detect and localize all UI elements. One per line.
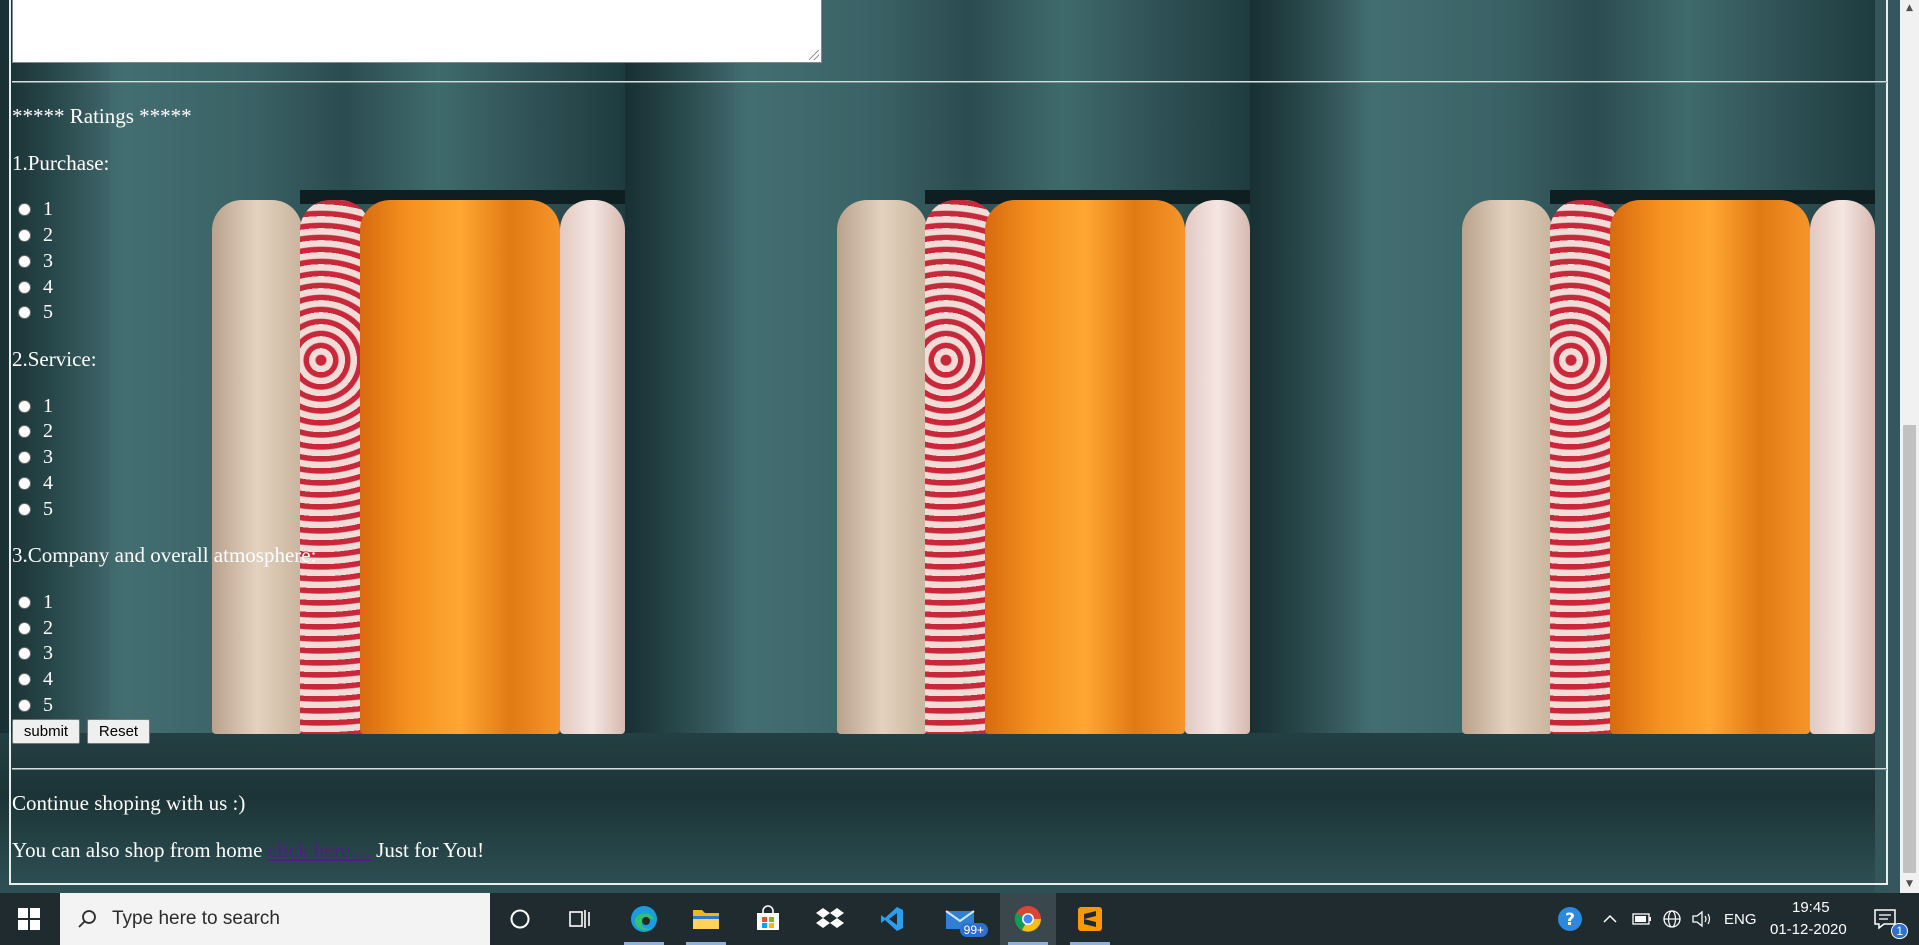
mail-badge: 99+ bbox=[959, 923, 988, 937]
radio-button[interactable] bbox=[18, 305, 31, 319]
vscode-icon[interactable] bbox=[864, 893, 920, 945]
click-here-link[interactable]: click here.... bbox=[268, 838, 371, 862]
radio-button[interactable] bbox=[18, 424, 31, 438]
radio-button[interactable] bbox=[18, 280, 31, 294]
search-icon bbox=[76, 908, 98, 930]
sublime-text-icon[interactable] bbox=[1062, 893, 1118, 945]
question-label: 1.Purchase: bbox=[12, 151, 110, 175]
radio-button[interactable] bbox=[18, 672, 31, 686]
radio-option[interactable]: 3 bbox=[18, 250, 53, 272]
notifications-icon[interactable]: 1 bbox=[1862, 893, 1910, 945]
form-frame bbox=[9, 0, 1888, 885]
windows-logo-icon bbox=[18, 908, 40, 930]
radio-button[interactable] bbox=[18, 399, 31, 413]
radio-button[interactable] bbox=[18, 595, 31, 609]
show-hidden-icons-chevron-icon[interactable] bbox=[1596, 893, 1624, 945]
radio-button[interactable] bbox=[18, 698, 31, 712]
file-explorer-icon[interactable] bbox=[678, 893, 734, 945]
reset-button[interactable]: Reset bbox=[87, 719, 150, 744]
clock-date[interactable]: 01-12-2020 bbox=[1770, 921, 1847, 938]
continue-text: Continue shoping with us :) bbox=[12, 791, 246, 815]
radio-option[interactable]: 4 bbox=[18, 472, 53, 494]
question-label: 2.Service: bbox=[12, 347, 97, 371]
radio-button[interactable] bbox=[18, 254, 31, 268]
start-button[interactable] bbox=[0, 893, 58, 945]
help-icon[interactable]: ? bbox=[1552, 893, 1588, 945]
radio-option[interactable]: 2 bbox=[18, 420, 53, 442]
radio-option[interactable]: 3 bbox=[18, 642, 53, 664]
mail-icon[interactable]: 99+ bbox=[928, 893, 992, 945]
radio-button[interactable] bbox=[18, 646, 31, 660]
radio-option[interactable]: 1 bbox=[18, 395, 53, 417]
radio-button[interactable] bbox=[18, 202, 31, 216]
divider bbox=[12, 81, 1887, 83]
page-viewport: ***** Ratings ***** 1.Purchase: 1 2 3 4 … bbox=[0, 0, 1900, 893]
clock-time[interactable]: 19:45 bbox=[1792, 899, 1830, 916]
language-indicator[interactable]: ENG bbox=[1724, 911, 1757, 928]
task-view-icon[interactable] bbox=[552, 893, 608, 945]
radio-option[interactable]: 1 bbox=[18, 591, 53, 613]
radio-option[interactable]: 4 bbox=[18, 276, 53, 298]
volume-icon[interactable] bbox=[1688, 893, 1716, 945]
radio-option[interactable]: 2 bbox=[18, 224, 53, 246]
radio-option[interactable]: 4 bbox=[18, 668, 53, 690]
radio-option[interactable]: 5 bbox=[18, 694, 53, 716]
chrome-browser-icon[interactable] bbox=[1000, 893, 1056, 945]
ratings-heading: ***** Ratings ***** bbox=[12, 104, 192, 128]
radio-button[interactable] bbox=[18, 450, 31, 464]
radio-option[interactable]: 1 bbox=[18, 198, 53, 220]
radio-option[interactable]: 5 bbox=[18, 301, 53, 323]
feedback-textarea[interactable] bbox=[12, 0, 822, 63]
taskbar: Type here to search 99+ ? ENG 19:45 01-1… bbox=[0, 893, 1919, 945]
battery-icon[interactable] bbox=[1628, 893, 1656, 945]
dropbox-icon[interactable] bbox=[802, 893, 858, 945]
taskbar-search-box[interactable]: Type here to search bbox=[60, 893, 490, 945]
network-globe-icon[interactable] bbox=[1658, 893, 1686, 945]
radio-option[interactable]: 5 bbox=[18, 498, 53, 520]
divider bbox=[12, 768, 1887, 770]
radio-button[interactable] bbox=[18, 476, 31, 490]
radio-option[interactable]: 2 bbox=[18, 617, 53, 639]
radio-option[interactable]: 3 bbox=[18, 446, 53, 468]
radio-button[interactable] bbox=[18, 228, 31, 242]
radio-button[interactable] bbox=[18, 621, 31, 635]
question-label: 3.Company and overall atmosphere: bbox=[12, 543, 317, 567]
microsoft-store-icon[interactable] bbox=[740, 893, 796, 945]
submit-button[interactable]: submit bbox=[12, 719, 80, 744]
vertical-scrollbar[interactable]: ▲ ▼ bbox=[1900, 0, 1919, 893]
edge-browser-icon[interactable] bbox=[616, 893, 672, 945]
cortana-icon[interactable] bbox=[492, 893, 548, 945]
scroll-down-arrow-icon[interactable]: ▼ bbox=[1900, 876, 1919, 893]
scroll-thumb[interactable] bbox=[1903, 425, 1916, 873]
shop-from-home-text: You can also shop from home click here..… bbox=[12, 838, 485, 862]
radio-button[interactable] bbox=[18, 502, 31, 516]
scroll-up-arrow-icon[interactable]: ▲ bbox=[1900, 0, 1919, 17]
search-placeholder: Type here to search bbox=[112, 908, 280, 929]
svg-text:?: ? bbox=[1565, 910, 1575, 930]
notification-count-badge: 1 bbox=[1891, 923, 1908, 939]
resize-grip-icon[interactable] bbox=[809, 50, 819, 60]
